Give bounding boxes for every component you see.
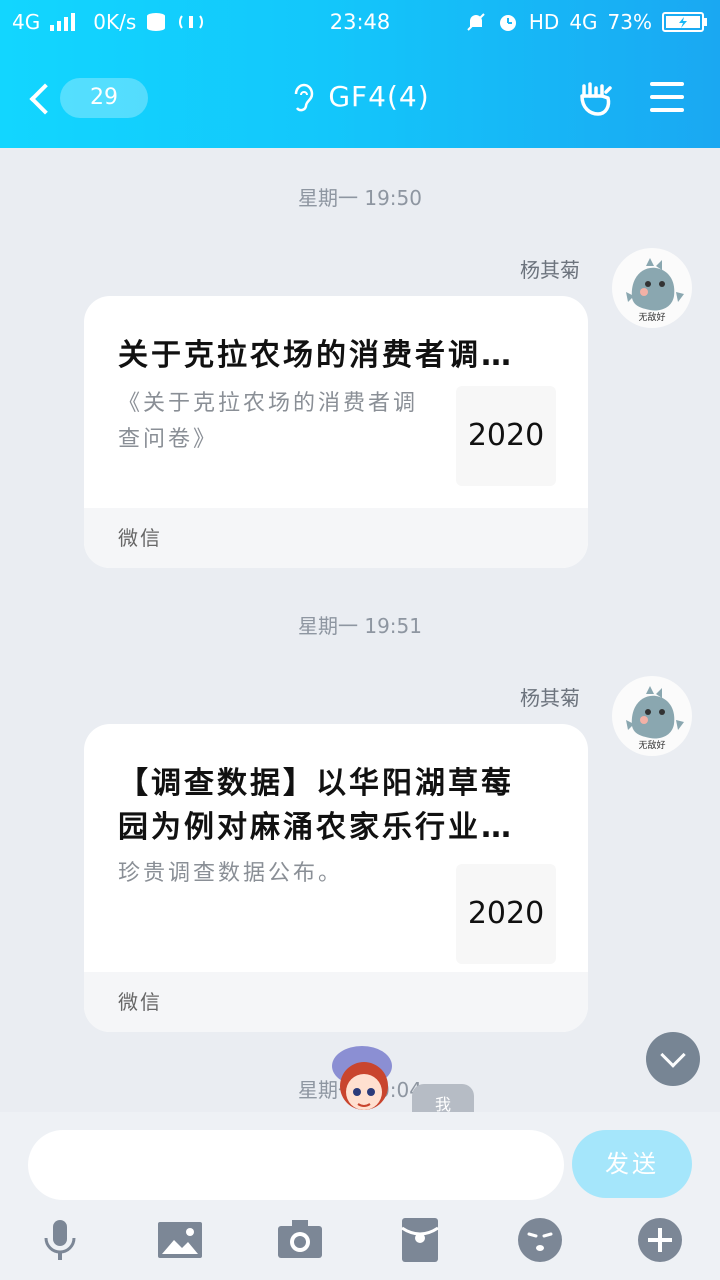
mute-icon <box>467 13 485 31</box>
share-card[interactable]: 【调查数据】以华阳湖草莓园为例对麻涌农家乐行业… 珍贵调查数据公布。 2020 … <box>84 724 588 1032</box>
chat-title-text: GF4(4) <box>328 80 430 113</box>
hd-label: HD <box>528 10 560 34</box>
card-description: 珍贵调查数据公布。 <box>118 861 344 886</box>
send-button[interactable]: 发送 <box>572 1130 692 1198</box>
timestamp: 星期一 19:50 <box>298 186 422 210</box>
menu-icon[interactable] <box>650 78 684 121</box>
net-type-label: 4G <box>569 10 598 34</box>
battery-icon <box>662 12 707 32</box>
card-thumbnail: 2020 <box>456 386 556 486</box>
sender-name: 杨其菊 <box>520 258 580 282</box>
card-thumbnail: 2020 <box>456 864 556 964</box>
share-card[interactable]: 关于克拉农场的消费者调… 《关于克拉农场的消费者调查问卷》 2020 微信 <box>84 296 588 568</box>
image-icon[interactable] <box>156 1216 204 1264</box>
card-source: 微信 <box>84 508 588 568</box>
input-area: 发送 <box>0 1112 720 1280</box>
avatar-caption: 无敌好 <box>638 741 666 751</box>
chevron-down-icon <box>660 1042 686 1068</box>
red-packet-icon[interactable] <box>396 1216 444 1264</box>
card-title: 关于克拉农场的消费者调… <box>118 338 514 373</box>
battery-label: 73% <box>607 10 652 34</box>
camera-icon[interactable] <box>276 1216 324 1264</box>
sender-name: 杨其菊 <box>520 686 580 710</box>
avatar-caption: 无敌好 <box>638 313 666 323</box>
input-toolbar <box>0 1216 720 1272</box>
header: 4G 0K/s 23:48 HD 4G 73% 29 GF4(4) <box>0 0 720 148</box>
chat-area[interactable]: 星期一 19:50 杨其菊 无敌好 关于克拉农场的消费者调… 《关于克拉农场的消… <box>0 148 720 1112</box>
card-source: 微信 <box>84 972 588 1032</box>
card-title: 【调查数据】以华阳湖草莓园为例对麻涌农家乐行业… <box>118 766 514 845</box>
timestamp: 星期一 19:51 <box>298 614 422 638</box>
status-bar: 4G 0K/s 23:48 HD 4G 73% <box>0 0 720 46</box>
ear-icon <box>295 83 314 112</box>
alarm-icon <box>499 15 516 31</box>
scroll-down-button[interactable] <box>646 1032 700 1086</box>
avatar[interactable]: 无敌好 <box>612 676 692 756</box>
message-input[interactable] <box>28 1130 564 1200</box>
avatar[interactable]: 无敌好 <box>612 248 692 328</box>
hand-gesture-icon[interactable] <box>576 78 616 118</box>
mic-icon[interactable] <box>36 1216 84 1264</box>
plus-icon[interactable] <box>636 1216 684 1264</box>
emoji-icon[interactable] <box>516 1216 564 1264</box>
title-bar: 29 GF4(4) <box>0 60 720 138</box>
card-description: 《关于克拉农场的消费者调查问卷》 <box>118 391 419 452</box>
